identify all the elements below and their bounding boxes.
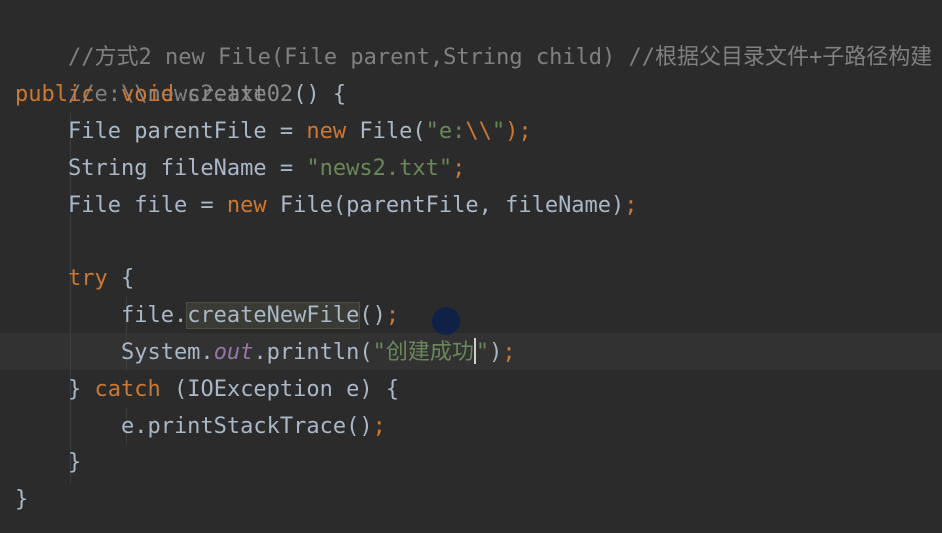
code-text: () { xyxy=(293,82,347,107)
code-line-9[interactable]: file.createNewFile(); xyxy=(15,297,399,334)
code-line-13[interactable]: } xyxy=(15,444,81,481)
code-line-14[interactable]: } xyxy=(15,481,28,518)
code-text: File file = xyxy=(15,193,227,218)
code-text: File parentFile = xyxy=(15,119,307,144)
code-text: (IOException e) { xyxy=(160,377,400,402)
semicolon: ; xyxy=(624,193,638,218)
keyword-new: new xyxy=(226,193,267,218)
code-line-10[interactable]: System.out.println("创建成功"); xyxy=(15,334,516,371)
keyword-catch: catch xyxy=(94,377,161,402)
static-field: out xyxy=(213,340,254,365)
code-line-5[interactable]: String fileName = "news2.txt"; xyxy=(15,150,465,187)
code-text: e.printStackTrace() xyxy=(15,414,373,439)
code-text: } xyxy=(15,450,82,475)
code-editor[interactable]: //方式2 new File(File parent,String child)… xyxy=(0,0,942,533)
code-line-8[interactable]: try { xyxy=(15,260,134,297)
code-text: .println( xyxy=(253,340,373,365)
semicolon: ; xyxy=(385,303,400,328)
code-text: file. xyxy=(15,303,188,328)
highlighted-method-call: createNewFile xyxy=(186,302,361,329)
string-literal: " xyxy=(475,340,490,365)
code-text: } xyxy=(15,377,95,402)
code-text: System. xyxy=(15,340,214,365)
code-text: () xyxy=(359,303,386,328)
code-text: File( xyxy=(346,119,426,144)
semicolon: ; xyxy=(372,414,386,439)
escape-sequence: \\ xyxy=(465,119,492,144)
keyword-void: void xyxy=(120,82,174,107)
code-line-11[interactable]: } catch (IOException e) { xyxy=(15,371,399,408)
code-text: { xyxy=(107,266,135,291)
keyword-try: try xyxy=(67,266,108,291)
string-literal: "创建成功 xyxy=(372,340,474,365)
code-line-1[interactable]: //方式2 new File(File parent,String child)… xyxy=(15,2,932,70)
string-literal: "e: xyxy=(425,119,466,144)
code-line-6[interactable]: File file = new File(parentFile, fileNam… xyxy=(15,187,638,224)
method-name: create02 xyxy=(187,82,294,107)
code-text: String fileName = xyxy=(15,156,307,181)
keyword-new: new xyxy=(306,119,347,144)
code-text: ); xyxy=(505,119,532,144)
code-text: File(parentFile, fileName) xyxy=(266,193,625,218)
semicolon: ; xyxy=(452,156,466,181)
code-line-4[interactable]: File parentFile = new File("e:\\"); xyxy=(15,113,532,150)
semicolon: ; xyxy=(502,340,516,365)
code-line-12[interactable]: e.printStackTrace(); xyxy=(15,408,386,445)
code-text: } xyxy=(15,487,29,512)
code-line-2[interactable]: //e:\\news2.txt xyxy=(15,39,267,107)
string-literal: " xyxy=(491,119,506,144)
code-text: ) xyxy=(489,340,503,365)
string-literal: "news2.txt" xyxy=(306,156,453,181)
mouse-pointer-indicator xyxy=(432,307,460,335)
keyword-public: public xyxy=(15,82,95,107)
code-line-3[interactable]: public void create02() { xyxy=(15,76,346,113)
